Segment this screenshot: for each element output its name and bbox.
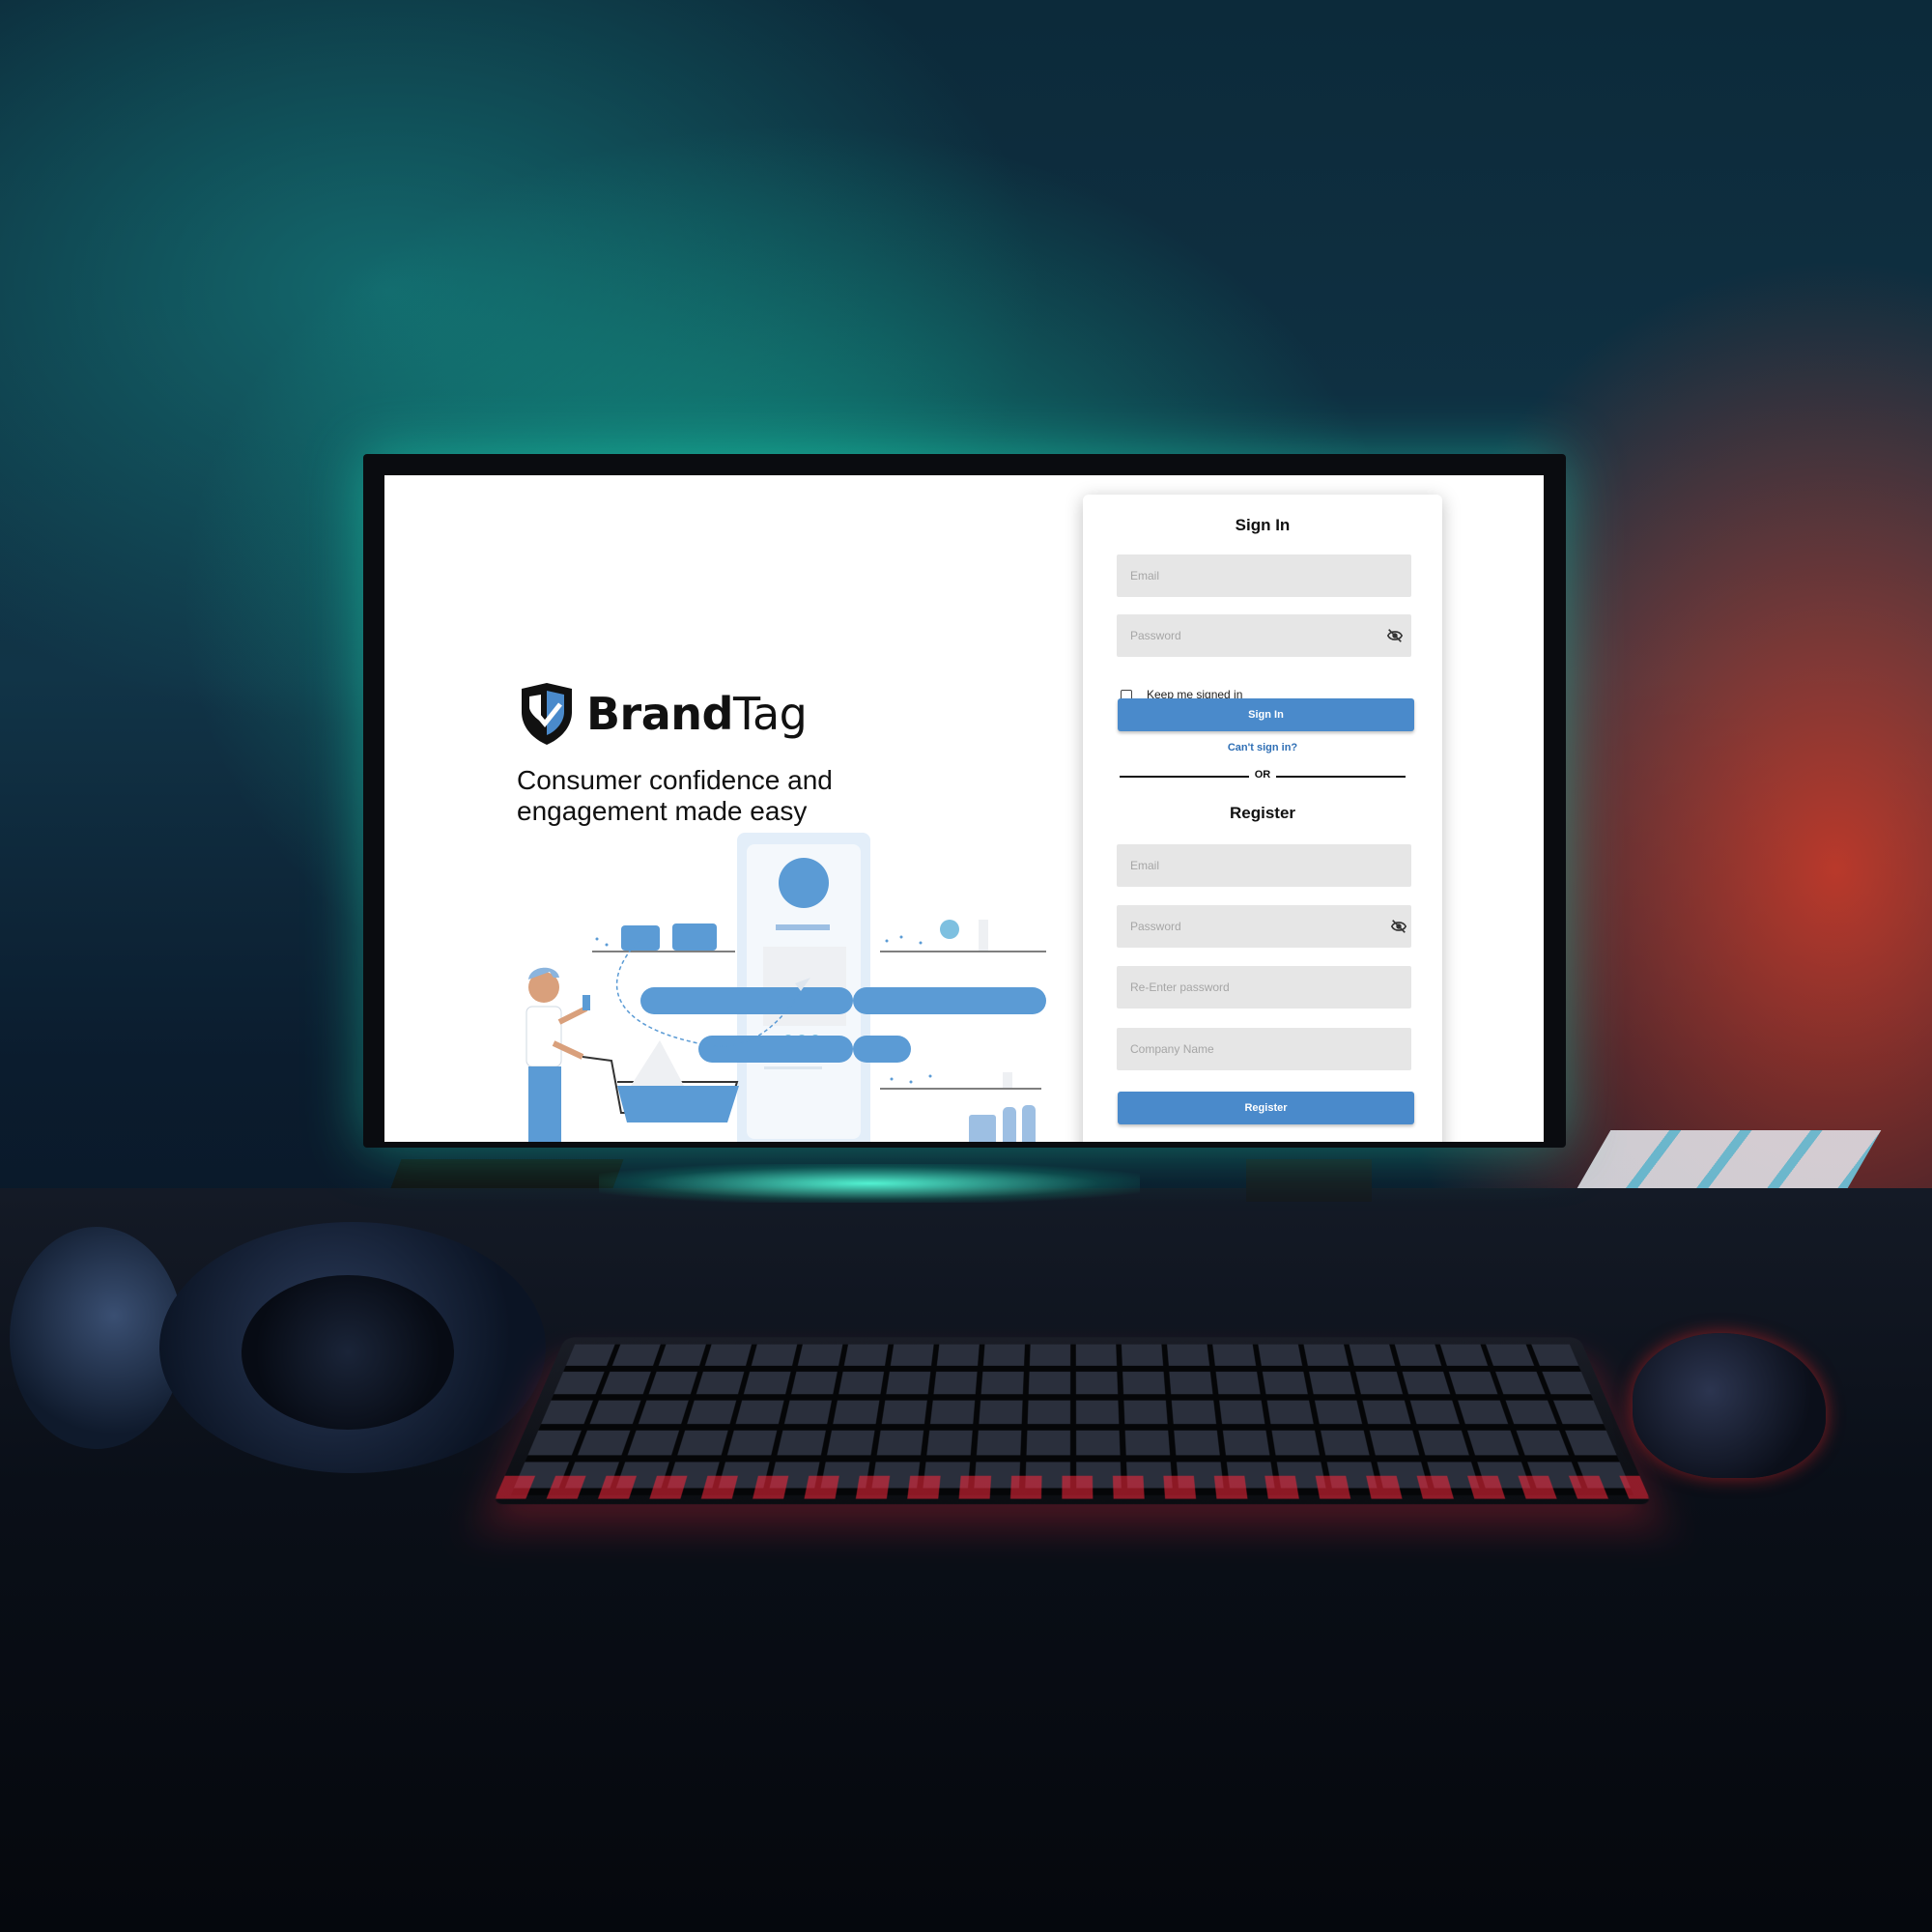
signin-email-field[interactable] xyxy=(1117,554,1411,597)
browser-viewport: BrandTag Consumer confidence and engagem… xyxy=(384,475,1544,1142)
monitor-stand-left xyxy=(391,1159,624,1188)
signin-password-field[interactable] xyxy=(1117,614,1411,657)
brand-name-bold: Brand xyxy=(586,688,733,740)
register-email-field[interactable] xyxy=(1117,844,1411,887)
brand-logo[interactable]: BrandTag xyxy=(517,683,807,745)
shield-logo-icon xyxy=(517,683,577,745)
register-company-field[interactable] xyxy=(1117,1028,1411,1070)
register-title: Register xyxy=(1083,804,1442,823)
register-button[interactable]: Register xyxy=(1118,1092,1414,1124)
desk-accessory xyxy=(1577,1130,1882,1188)
signin-title: Sign In xyxy=(1083,516,1442,535)
tagline: Consumer confidence and engagement made … xyxy=(517,765,923,827)
shopping-illustration xyxy=(515,833,1065,1142)
keyboard-keys xyxy=(511,1345,1634,1495)
led-underglow xyxy=(599,1164,1140,1203)
headphones-ear-pad xyxy=(242,1275,454,1430)
keyboard xyxy=(493,1337,1652,1504)
divider-or: OR xyxy=(1083,769,1442,781)
brand-name-light: Tag xyxy=(733,688,807,740)
signin-button[interactable]: Sign In xyxy=(1118,698,1414,731)
brand-name: BrandTag xyxy=(586,688,807,740)
auth-card: Sign In Keep me signed in Sign In Can't … xyxy=(1083,495,1442,1142)
eye-off-icon[interactable] xyxy=(1390,918,1407,935)
register-reenter-password-field[interactable] xyxy=(1117,966,1411,1009)
register-password-field[interactable] xyxy=(1117,905,1411,948)
cant-sign-in-link[interactable]: Can't sign in? xyxy=(1083,742,1442,753)
headphones-earcup-back xyxy=(10,1227,184,1449)
monitor-stand-right xyxy=(1246,1159,1372,1202)
keyboard-backlight xyxy=(495,1476,1649,1499)
divider-right xyxy=(1276,776,1406,778)
eye-off-icon[interactable] xyxy=(1386,627,1404,644)
